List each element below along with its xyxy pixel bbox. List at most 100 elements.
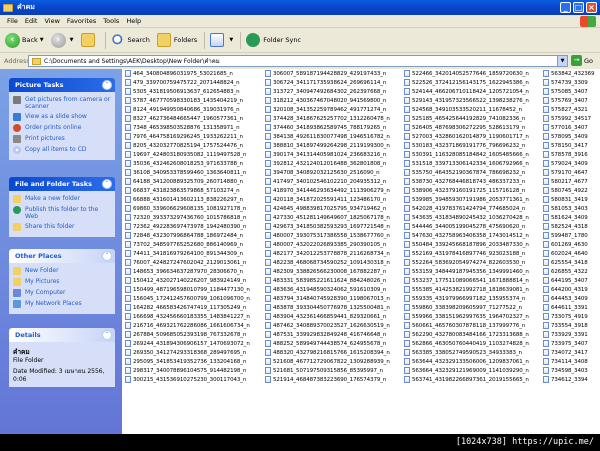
file-item[interactable]: 7348_465398503528876_131358971_n: [125, 123, 250, 132]
file-item[interactable]: 525185_465425644192829_741082336_n: [404, 114, 529, 123]
file-item[interactable]: 530183_432371869191776_796696232_n: [404, 141, 529, 150]
file-item[interactable]: 269244_431894306906157_1470693072_n: [125, 339, 250, 348]
file-item[interactable]: 390174_341314405981024_236683216_n: [265, 150, 390, 159]
task-slide-show[interactable]: View as a slide show: [13, 113, 111, 121]
file-item[interactable]: 269350_341274293318368_289497695_n: [125, 348, 250, 357]
file-item[interactable]: 552169_431978416897746_923023188_n: [404, 249, 529, 258]
file-item[interactable]: 733075_4919: [543, 312, 594, 321]
file-item[interactable]: 74411_341816979264100_891344309_n: [125, 249, 250, 258]
file-item[interactable]: 644453_3409: [543, 294, 594, 303]
file-item[interactable]: 559860_338398209605997_71277522_n: [404, 303, 529, 312]
file-item[interactable]: 66888_431601413602113_838226297_n: [125, 195, 250, 204]
file-item[interactable]: 580745_4922: [543, 186, 594, 195]
file-item[interactable]: 626855_4322: [543, 267, 594, 276]
file-item[interactable]: 522466_342014052577646_1859720630_n: [404, 69, 529, 78]
chevron-down-icon[interactable]: ▼: [557, 56, 567, 66]
file-item[interactable]: 150412_432027140226207_983924149_n: [125, 276, 250, 285]
file-item[interactable]: 295095_341853419352736_133204168_n: [125, 357, 250, 366]
file-item[interactable]: 579170_4647: [543, 168, 594, 177]
details-header[interactable]: Details ˄: [9, 328, 115, 342]
file-item[interactable]: 318212_430367467048020_941569800_n: [265, 96, 390, 105]
file-item[interactable]: 483878_393304450776978_1325500481_n: [265, 303, 390, 312]
file-item[interactable]: 560661_465760307878118_137999776_n: [404, 321, 529, 330]
file-item[interactable]: 578150_3417: [543, 141, 594, 150]
file-item[interactable]: 148653_396634637287970_28306670_n: [125, 267, 250, 276]
task-share-folder[interactable]: Share this folder: [13, 223, 111, 231]
file-item[interactable]: 580217_4677: [543, 177, 594, 186]
file-item[interactable]: 522526_372412156143175_1622945386_n: [404, 78, 529, 87]
file-item[interactable]: 150499_487196598010799_1184477130_n: [125, 285, 250, 294]
file-item[interactable]: 575769_3407: [543, 96, 594, 105]
title-bar[interactable]: คำคม _ □ ×: [0, 0, 600, 15]
task-new-folder[interactable]: Make a new folder: [13, 195, 111, 203]
file-item[interactable]: 480007_393075317386558_1538677760_n: [265, 231, 390, 240]
place-new-folder[interactable]: New Folder: [13, 267, 111, 275]
address-input[interactable]: C:\Documents and Settings\AEK\Desktop\Ne…: [28, 55, 568, 67]
file-item[interactable]: 563741_431982266897361_2019155665_n: [404, 375, 529, 384]
file-item[interactable]: 599487_1780: [543, 231, 594, 240]
file-item[interactable]: 581053_3403: [543, 204, 594, 213]
file-item[interactable]: 76007_424827247602042_2129013061_n: [125, 258, 250, 267]
collapse-chevron-icon[interactable]: ˄: [102, 179, 112, 189]
file-item[interactable]: 601269_4630: [543, 240, 594, 249]
file-item[interactable]: 538730_432768446818743_486337233_n: [404, 177, 529, 186]
file-item[interactable]: 581624_3409: [543, 213, 594, 222]
views-button[interactable]: ▼: [208, 30, 235, 50]
file-item[interactable]: 306007_589187194428829_429197433_n: [265, 69, 390, 78]
file-item[interactable]: 480007_432022026893385_290390105_n: [265, 240, 390, 249]
file-item[interactable]: 482238_468068734590252_1091430318_n: [265, 258, 390, 267]
file-item[interactable]: 733554_3918: [543, 321, 594, 330]
file-item[interactable]: 733929_3391: [543, 330, 594, 339]
chevron-down-icon[interactable]: ▼: [70, 37, 74, 43]
file-item[interactable]: 156045_172412457600799_1061096700_n: [125, 294, 250, 303]
minimize-button[interactable]: _: [560, 2, 571, 13]
file-item[interactable]: 69860_339606629608135_1081927178_n: [125, 204, 250, 213]
file-item[interactable]: 521681_507197509315856_85395997_n: [265, 366, 390, 375]
file-item[interactable]: 8124_491949950840686_319031976_n: [125, 105, 250, 114]
file-item[interactable]: 429673_341850382593293_1697721548_n: [265, 222, 390, 231]
file-item[interactable]: 547630_432758963406358_1743014512_n: [404, 231, 529, 240]
file-item[interactable]: 644200_4319: [543, 285, 594, 294]
maximize-button[interactable]: □: [573, 2, 584, 13]
chevron-down-icon[interactable]: ▼: [40, 37, 44, 43]
file-item[interactable]: 8205_432032770825194_1757524476_n: [125, 141, 250, 150]
file-item[interactable]: 392812_432124012016488_362801808_n: [265, 159, 390, 168]
file-item[interactable]: 543635_431834890245432_1036270428_n: [404, 213, 529, 222]
file-item[interactable]: 7976_464758169296245_1933262211_n: [125, 132, 250, 141]
file-folder-tasks-header[interactable]: File and Folder Tasks ˄: [9, 177, 115, 191]
file-item[interactable]: 734598_3403: [543, 366, 594, 375]
file-item[interactable]: 420118_341872025591411_123486170_n: [265, 195, 390, 204]
file-item[interactable]: 488320_432798216815766_1615208394_n: [265, 348, 390, 357]
file-item[interactable]: 487531_339929832849248_416746648_n: [265, 330, 390, 339]
collapse-chevron-icon[interactable]: ˄: [102, 80, 112, 90]
file-item[interactable]: 559966_338151962997635_1964702327_n: [404, 312, 529, 321]
file-item[interactable]: 313727_340947492684302_262397668_n: [265, 87, 390, 96]
file-item[interactable]: 464_340804896031975_53021685_n: [125, 69, 250, 78]
search-button[interactable]: Search: [109, 30, 152, 50]
file-item[interactable]: 644611_3391: [543, 303, 594, 312]
up-folder-button[interactable]: [79, 30, 100, 50]
task-publish-web[interactable]: Publish this folder to the Web: [13, 206, 111, 220]
file-item[interactable]: 734072_3417: [543, 348, 594, 357]
task-order-prints[interactable]: Order prints online: [13, 124, 111, 132]
file-item[interactable]: 418970_341446293634492_1113906279_n: [265, 186, 390, 195]
file-item[interactable]: 574739_3309: [543, 78, 594, 87]
file-item[interactable]: 578095_3409: [543, 132, 594, 141]
picture-tasks-header[interactable]: Picture Tasks ˄: [9, 78, 115, 92]
back-button[interactable]: ‹ Back ▼: [3, 30, 46, 50]
menu-view[interactable]: View: [44, 17, 59, 25]
task-get-pictures[interactable]: Get pictures from camera or scanner: [13, 96, 111, 110]
file-item[interactable]: 542028_419783761424794_774685024_n: [404, 204, 529, 213]
file-item[interactable]: 267884_509685052393198_767332678_n: [125, 330, 250, 339]
file-item[interactable]: 320108_341352259789462_491771274_n: [265, 105, 390, 114]
chevron-down-icon[interactable]: ▼: [229, 37, 233, 43]
file-item[interactable]: 216716_469321762286086_1661606734_n: [125, 321, 250, 330]
file-item[interactable]: 578578_3916: [543, 150, 594, 159]
file-item[interactable]: 577016_3407: [543, 123, 594, 132]
file-item[interactable]: 521608_467712729067822_1309288939_n: [265, 357, 390, 366]
file-item[interactable]: 36108_340953378599460_1363640811_n: [125, 168, 250, 177]
file-item[interactable]: 488252_589949744438574_624955678_n: [265, 339, 390, 348]
file-item[interactable]: 306724_341171735938624_269696114_n: [265, 78, 390, 87]
file-item[interactable]: 530391_116328085184842_1605485666_n: [404, 150, 529, 159]
file-item[interactable]: 5787_467770598330183_1435404219_n: [125, 96, 250, 105]
